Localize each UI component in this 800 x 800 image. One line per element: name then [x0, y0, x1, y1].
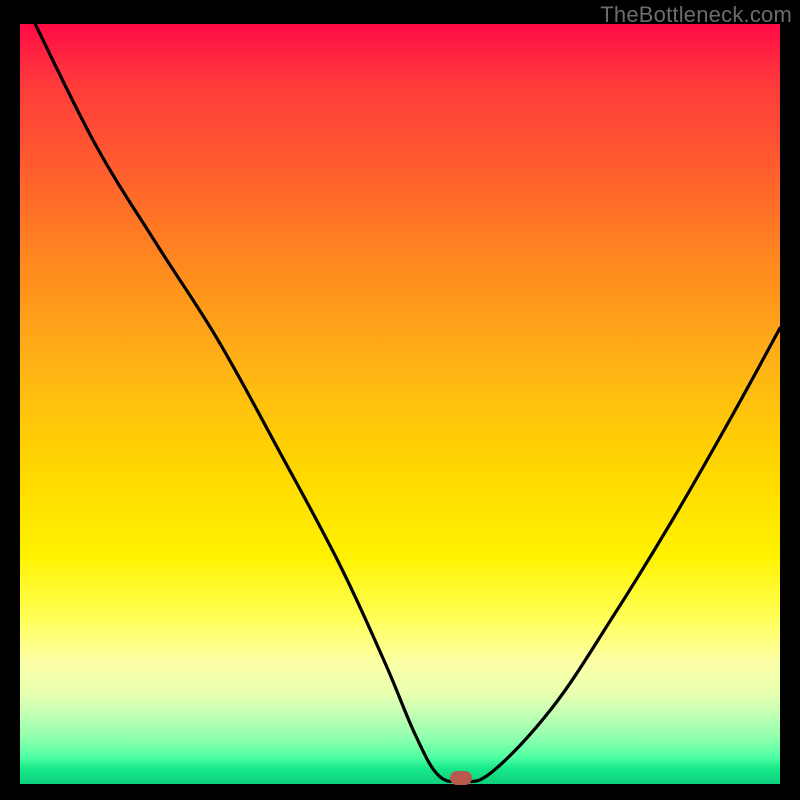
minimum-marker — [450, 771, 472, 785]
watermark-text: TheBottleneck.com — [600, 2, 792, 28]
bottleneck-curve — [20, 24, 780, 784]
chart-frame: TheBottleneck.com — [0, 0, 800, 800]
plot-area — [20, 24, 780, 784]
